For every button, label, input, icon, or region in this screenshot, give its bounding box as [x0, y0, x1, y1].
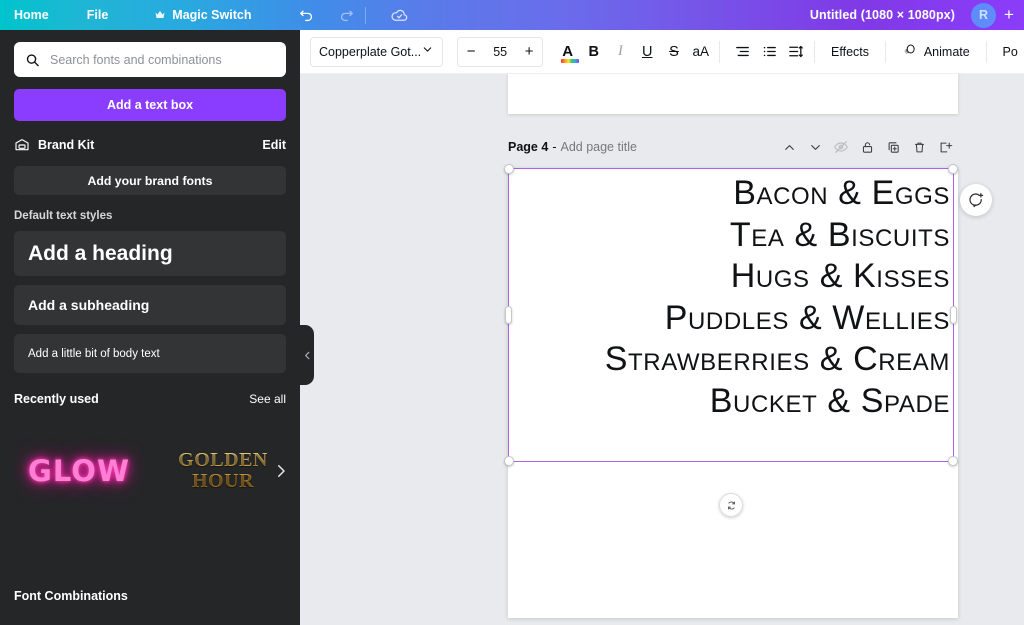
- recently-used-row: Recently used See all: [14, 390, 286, 408]
- brand-kit-icon: [14, 137, 30, 153]
- text-editing-toolbar: Copperplate Got... − 55 + A B I U S aA E…: [300, 30, 1024, 74]
- resize-handle-top-left[interactable]: [504, 164, 514, 174]
- cloud-saved-icon[interactable]: [384, 0, 414, 30]
- brand-kit-row: Brand Kit Edit: [14, 135, 286, 155]
- toolbar-divider: [814, 40, 816, 63]
- avatar[interactable]: R: [971, 2, 996, 28]
- animate-icon: [902, 42, 918, 61]
- line-spacing-icon[interactable]: [784, 37, 807, 67]
- strikethrough-button[interactable]: S: [663, 37, 686, 67]
- left-sidebar-panel: Search fonts and combinations Add a text…: [0, 30, 300, 625]
- rotate-icon[interactable]: [719, 493, 743, 517]
- text-box-content[interactable]: Bacon & Eggs Tea & Biscuits Hugs & Kisse…: [605, 173, 950, 422]
- chevron-right-icon[interactable]: [270, 460, 292, 482]
- align-right-icon[interactable]: [731, 37, 754, 67]
- move-down-icon[interactable]: [802, 136, 828, 158]
- search-placeholder: Search fonts and combinations: [50, 52, 222, 67]
- toolbar-divider: [365, 6, 367, 24]
- text-line: Hugs & Kisses: [730, 257, 950, 295]
- add-brand-fonts-button[interactable]: Add your brand fonts: [14, 166, 286, 195]
- page-title-input[interactable]: Add page title: [560, 140, 636, 154]
- letter-case-button[interactable]: aA: [689, 37, 712, 67]
- resize-handle-top-right[interactable]: [948, 164, 958, 174]
- recent-font-golden-hour[interactable]: GOLDEN HOUR: [158, 427, 288, 514]
- hide-page-icon[interactable]: [828, 136, 854, 158]
- bold-button[interactable]: B: [582, 37, 605, 67]
- search-icon: [25, 52, 40, 67]
- effects-button[interactable]: Effects: [822, 37, 878, 67]
- brand-kit-label: Brand Kit: [38, 138, 95, 152]
- chevron-down-icon: [421, 43, 434, 61]
- add-text-box-button[interactable]: Add a text box: [14, 89, 286, 121]
- sidebar-collapse-handle[interactable]: [300, 325, 314, 385]
- italic-button[interactable]: I: [609, 37, 632, 67]
- file-menu-item[interactable]: File: [77, 0, 119, 30]
- text-color-icon: [561, 59, 580, 63]
- search-input[interactable]: Search fonts and combinations: [14, 42, 286, 77]
- recently-used-carousel: GLOW GOLDEN HOUR: [0, 418, 300, 523]
- resize-handle-middle-left[interactable]: [505, 306, 512, 324]
- recently-used-label: Recently used: [14, 392, 99, 406]
- add-collaborator-button[interactable]: +: [996, 0, 1022, 30]
- duplicate-page-icon[interactable]: [880, 136, 906, 158]
- animate-button[interactable]: Animate: [893, 37, 979, 67]
- magic-switch-button[interactable]: Magic Switch: [144, 0, 261, 30]
- design-page-canvas[interactable]: Bacon & Eggs Tea & Biscuits Hugs & Kisse…: [504, 164, 958, 618]
- style-add-subheading[interactable]: Add a subheading: [14, 285, 286, 325]
- underline-button[interactable]: U: [636, 37, 659, 67]
- see-all-link[interactable]: See all: [249, 392, 286, 406]
- redo-button[interactable]: [331, 0, 361, 30]
- font-family-dropdown[interactable]: Copperplate Got...: [310, 36, 444, 67]
- canvas-scroll-area[interactable]: Page 4 - Add page title Bacon & Eggs Tea…: [300, 74, 1024, 625]
- resize-handle-bottom-right[interactable]: [948, 456, 958, 466]
- page-header-bar: Page 4 - Add page title: [508, 136, 958, 158]
- document-title[interactable]: Untitled (1080 × 1080px): [810, 8, 955, 22]
- style-add-heading[interactable]: Add a heading: [14, 231, 286, 276]
- animate-label: Animate: [923, 44, 970, 59]
- font-size-decrease-button[interactable]: −: [458, 38, 484, 66]
- search-container: Search fonts and combinations: [0, 30, 300, 77]
- text-line: Bacon & Eggs: [733, 174, 950, 212]
- bullet-list-icon[interactable]: [758, 37, 781, 67]
- font-family-value: Copperplate Got...: [319, 44, 422, 59]
- recent-font-glow[interactable]: GLOW: [14, 427, 144, 514]
- crown-icon: [154, 9, 166, 21]
- position-button[interactable]: Po: [994, 37, 1024, 67]
- magic-switch-label: Magic Switch: [172, 8, 252, 22]
- add-comment-icon[interactable]: [960, 184, 992, 216]
- previous-page-partial[interactable]: [508, 74, 958, 114]
- recent-font-golden-hour-label: GOLDEN HOUR: [158, 449, 288, 492]
- brand-kit-edit-link[interactable]: Edit: [262, 138, 286, 152]
- font-size-input[interactable]: 55: [484, 45, 516, 59]
- default-text-styles-label: Default text styles: [14, 210, 113, 222]
- style-add-body-text[interactable]: Add a little bit of body text: [14, 334, 286, 373]
- text-line: Tea & Biscuits: [729, 215, 950, 254]
- page-label-separator: -: [552, 140, 557, 154]
- lock-icon[interactable]: [854, 136, 880, 158]
- add-page-icon[interactable]: [932, 136, 958, 158]
- delete-page-icon[interactable]: [906, 136, 932, 158]
- undo-button[interactable]: [291, 0, 321, 30]
- move-up-icon[interactable]: [776, 136, 802, 158]
- toolbar-divider: [985, 40, 987, 63]
- font-size-stepper: − 55 +: [457, 36, 544, 67]
- selected-text-box[interactable]: Bacon & Eggs Tea & Biscuits Hugs & Kisse…: [504, 164, 958, 517]
- recent-font-glow-label: GLOW: [28, 453, 130, 488]
- resize-handle-bottom-left[interactable]: [504, 456, 514, 466]
- text-line: Bucket & Spade: [709, 381, 950, 420]
- home-menu-item[interactable]: Home: [4, 0, 59, 30]
- text-color-button[interactable]: A: [557, 37, 580, 67]
- page-number-label: Page 4: [508, 140, 549, 154]
- canva-editor-window: Home File Magic Switch Untitled (1080 × …: [0, 0, 1024, 625]
- text-line: Puddles & Wellies: [664, 298, 950, 337]
- top-header-bar: Home File Magic Switch Untitled (1080 × …: [0, 0, 1024, 30]
- text-color-letter: A: [562, 43, 574, 60]
- toolbar-divider: [885, 40, 886, 63]
- font-size-increase-button[interactable]: +: [516, 38, 542, 66]
- font-combinations-label: Font Combinations: [14, 589, 128, 603]
- toolbar-divider: [719, 40, 720, 63]
- resize-handle-middle-right[interactable]: [950, 306, 957, 324]
- text-line: Strawberries & Cream: [604, 340, 950, 378]
